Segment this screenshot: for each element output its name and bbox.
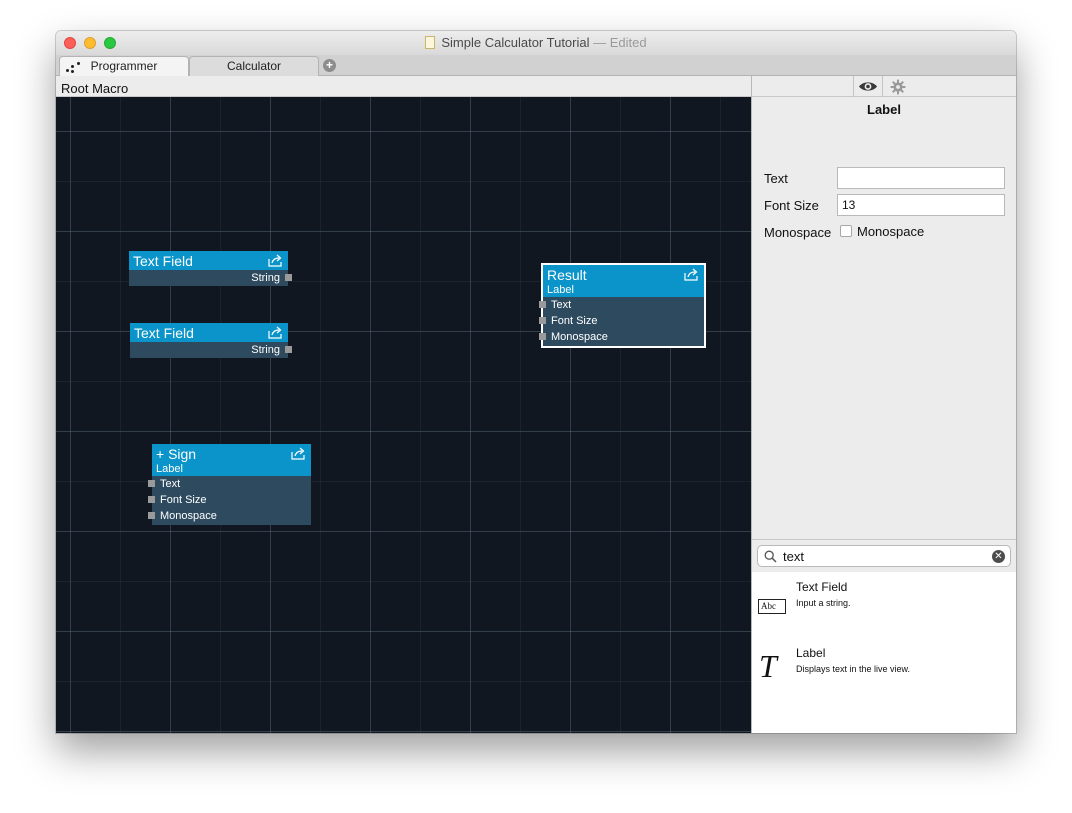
monospace-label: Monospace (764, 225, 832, 240)
output-port[interactable] (285, 274, 292, 281)
node-title: Result (547, 267, 587, 283)
window-title-text: Simple Calculator Tutorial (441, 35, 590, 50)
node-subtitle: Label (547, 284, 574, 296)
library-item-description: Input a string. (796, 598, 851, 608)
font-size-label: Font Size (764, 198, 819, 213)
eye-icon[interactable] (853, 76, 883, 97)
port-label-string: String (251, 272, 280, 284)
node-header[interactable]: Text Field (129, 251, 288, 270)
node-result-label[interactable]: Result Label Text Font Size Monospace (539, 263, 706, 348)
programmer-canvas[interactable]: Text Field String Text Field String + Si… (56, 97, 751, 733)
text-field-label: Text (764, 171, 788, 186)
title-separator: — (593, 35, 607, 50)
library-item-name: Label (796, 646, 826, 660)
library-item-text-field[interactable]: Abc Text Field Input a string. (752, 580, 1016, 640)
node-port-row: Text (539, 297, 704, 313)
node-port-row: String (129, 270, 292, 286)
inspector-sidebar: Label Text Font Size Monospace Monospace… (751, 76, 1016, 733)
tab-calculator-label: Calculator (226, 59, 282, 73)
node-header[interactable]: + Sign Label (152, 444, 311, 476)
port-label-font-size: Font Size (160, 494, 207, 506)
abc-text-field-icon: Abc (758, 599, 786, 614)
clear-search-icon[interactable]: ✕ (992, 550, 1005, 563)
share-icon[interactable] (684, 268, 699, 281)
programmer-nodes-icon (66, 61, 82, 73)
sidebar-toolbar (752, 76, 1016, 97)
node-port-row: Text (148, 476, 311, 492)
node-port-row: Font Size (148, 492, 311, 508)
share-icon[interactable] (268, 326, 283, 339)
input-port[interactable] (148, 496, 155, 503)
edited-status: Edited (609, 35, 647, 50)
breadcrumb: Root Macro (56, 76, 751, 97)
node-body: String (130, 342, 292, 358)
font-size-input[interactable] (837, 194, 1005, 216)
input-port[interactable] (539, 333, 546, 340)
node-title: + Sign (156, 446, 197, 462)
breadcrumb-root-macro[interactable]: Root Macro (61, 81, 128, 96)
app-window: Simple Calculator Tutorial — Edited Prog… (56, 31, 1016, 733)
share-icon[interactable] (268, 254, 283, 267)
node-body: Text Font Size Monospace (539, 297, 704, 346)
input-port[interactable] (148, 480, 155, 487)
add-tab-icon[interactable]: + (323, 59, 336, 72)
document-icon (425, 36, 436, 49)
port-label-monospace: Monospace (551, 331, 608, 343)
port-label-monospace: Monospace (160, 510, 217, 522)
node-port-row: Monospace (148, 508, 311, 524)
monospace-checkbox[interactable] (840, 225, 852, 237)
italic-t-icon: T (759, 648, 777, 684)
tab-bar: Programmer Calculator + (56, 55, 1016, 76)
library-search-bar: text ✕ (752, 540, 1016, 572)
title-bar: Simple Calculator Tutorial — Edited (56, 31, 1016, 55)
node-port-row: Font Size (539, 313, 704, 329)
node-body: Text Font Size Monospace (148, 476, 311, 525)
output-port[interactable] (285, 346, 292, 353)
node-port-row: Monospace (539, 329, 704, 345)
search-icon (764, 550, 777, 563)
node-plus-sign-label[interactable]: + Sign Label Text Font Size Monospace (148, 444, 311, 525)
node-title: Text Field (134, 325, 194, 341)
input-port[interactable] (539, 317, 546, 324)
node-text-field-2[interactable]: Text Field String (130, 323, 292, 358)
library-search-input[interactable]: text ✕ (757, 545, 1011, 567)
input-port[interactable] (539, 301, 546, 308)
node-port-row: String (130, 342, 292, 358)
input-port[interactable] (148, 512, 155, 519)
tab-calculator[interactable]: Calculator (189, 56, 319, 76)
text-input[interactable] (837, 167, 1005, 189)
node-text-field-1[interactable]: Text Field String (129, 251, 292, 286)
library-item-description: Displays text in the live view. (796, 664, 911, 674)
window-title: Simple Calculator Tutorial — Edited (56, 35, 1016, 50)
tab-programmer-label: Programmer (90, 59, 158, 73)
node-header[interactable]: Result Label (543, 265, 704, 297)
search-value: text (783, 549, 804, 564)
library-item-name: Text Field (796, 580, 848, 594)
tab-programmer[interactable]: Programmer (59, 56, 189, 76)
share-icon[interactable] (291, 447, 306, 460)
inspector-title: Label (867, 102, 901, 117)
node-header[interactable]: Text Field (130, 323, 288, 342)
port-label-text: Text (551, 299, 572, 311)
port-label-text: Text (160, 478, 181, 490)
node-library: text ✕ Abc Text Field Input a string. T … (752, 539, 1016, 733)
port-label-string: String (251, 344, 280, 356)
node-title: Text Field (133, 253, 193, 269)
node-body: String (129, 270, 292, 286)
monospace-checkbox-label[interactable]: Monospace (857, 224, 924, 239)
gear-icon[interactable] (890, 79, 906, 95)
node-subtitle: Label (156, 463, 183, 475)
port-label-font-size: Font Size (551, 315, 598, 327)
library-item-label[interactable]: T Label Displays text in the live view. (752, 646, 1016, 706)
